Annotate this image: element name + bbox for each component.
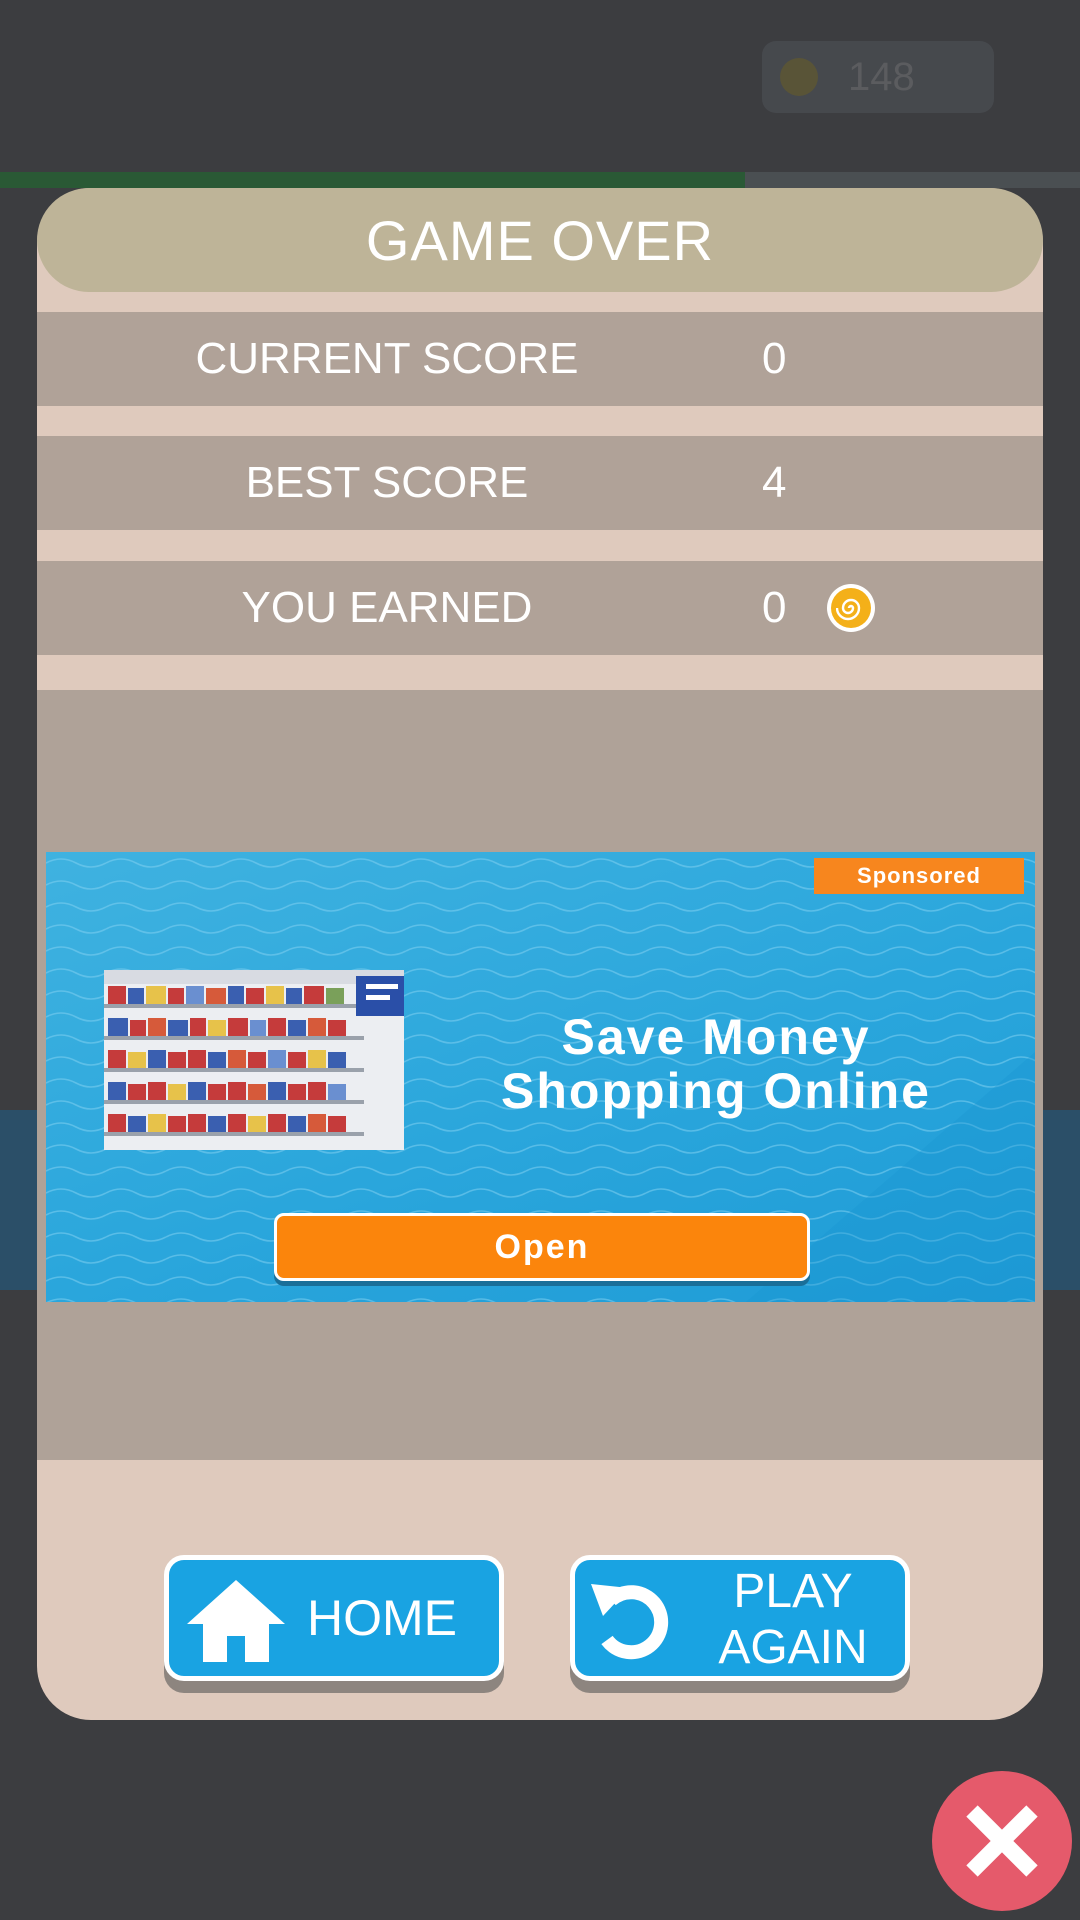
best-score-row: BEST SCORE 4: [37, 436, 1043, 530]
play-again-label-line1: PLAY: [733, 1565, 853, 1618]
sponsored-badge: Sponsored: [814, 858, 1024, 894]
home-button[interactable]: HOME: [164, 1555, 504, 1681]
dialog-title: GAME OVER: [365, 208, 715, 272]
close-icon: [966, 1805, 1038, 1877]
play-again-button[interactable]: PLAY AGAIN: [570, 1555, 910, 1681]
coins-earned-label: YOU EARNED: [241, 583, 533, 632]
coin-counter: 148: [762, 41, 994, 113]
current-score-label: CURRENT SCORE: [195, 334, 579, 383]
play-again-label-line2: AGAIN: [718, 1621, 868, 1674]
coin-count: 148: [848, 55, 915, 99]
dialog-title-bar: GAME OVER: [37, 188, 1043, 292]
current-score-value: 0: [762, 334, 787, 383]
sponsored-ad-banner[interactable]: Sponsored Save Money Shopping Online Ope…: [46, 852, 1035, 1302]
coins-earned-row: YOU EARNED 0: [37, 561, 1043, 655]
level-progress-bar: [0, 172, 1080, 188]
close-button[interactable]: [932, 1771, 1072, 1911]
current-score-row: CURRENT SCORE 0: [37, 312, 1043, 406]
game-over-dialog: GAME OVER CURRENT SCORE 0 BEST SCORE 4 Y…: [37, 188, 1043, 1720]
ad-headline-line2: Shopping Online: [501, 1063, 931, 1119]
home-button-label: HOME: [307, 1590, 457, 1646]
coin-icon: [780, 58, 818, 96]
ad-open-button[interactable]: Open: [274, 1213, 810, 1281]
play-again-label: PLAY AGAIN: [693, 1564, 893, 1676]
home-icon: [187, 1580, 285, 1662]
ad-container: Sponsored Save Money Shopping Online Ope…: [37, 690, 1043, 1460]
level-progress-fill: [0, 172, 746, 188]
best-score-value: 4: [762, 458, 787, 507]
ad-headline-line1: Save Money: [561, 1009, 871, 1065]
best-score-label: BEST SCORE: [245, 458, 529, 507]
ad-product-image: [104, 970, 404, 1150]
restart-icon: [591, 1584, 669, 1660]
ad-headline: Save Money Shopping Online: [426, 1010, 1006, 1118]
coins-earned-value: 0: [762, 583, 787, 632]
coin-icon: [827, 584, 875, 632]
